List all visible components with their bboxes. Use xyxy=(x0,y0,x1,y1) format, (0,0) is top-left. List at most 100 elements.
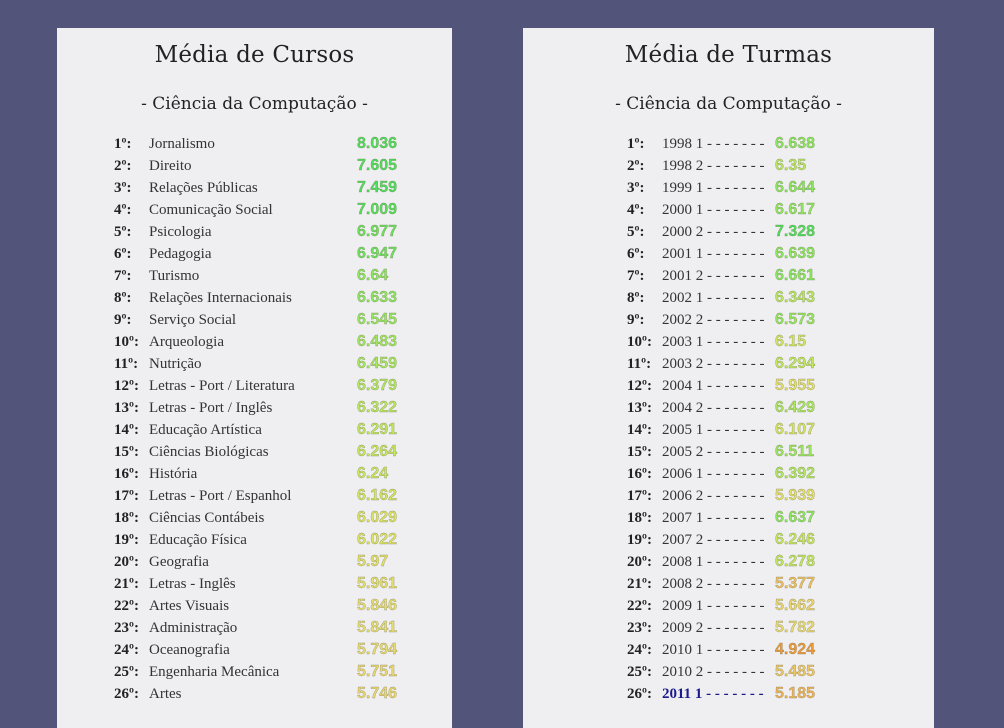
class-row: 9º: 2002 2 - - - - - - - 6.573 xyxy=(523,310,934,332)
class-rank: 16º: xyxy=(627,466,652,482)
class-row: 16º: 2006 1 - - - - - - - 6.392 xyxy=(523,464,934,486)
class-rank: 20º: xyxy=(627,554,652,570)
class-row: 5º: 2000 2 - - - - - - - 7.328 xyxy=(523,222,934,244)
class-period: 2010 2 - - - - - - - xyxy=(662,664,765,680)
class-period: 2007 2 - - - - - - - xyxy=(662,532,765,548)
class-row: 10º: 2003 1 - - - - - - - 6.15 xyxy=(523,332,934,354)
class-period: 2004 2 - - - - - - - xyxy=(662,400,765,416)
class-row: 1º: 1998 1 - - - - - - - 6.638 xyxy=(523,134,934,156)
course-name: Ciências Contábeis xyxy=(149,510,265,526)
course-score: 5.746 xyxy=(357,685,398,702)
class-rank: 24º: xyxy=(627,642,652,658)
class-score: 6.246 xyxy=(775,531,816,548)
class-row: 15º: 2005 2 - - - - - - - 6.511 xyxy=(523,442,934,464)
course-score: 6.977 xyxy=(357,223,398,240)
class-rank: 14º: xyxy=(627,422,652,438)
course-score: 5.794 xyxy=(357,641,398,658)
class-score: 6.511 xyxy=(775,443,815,460)
course-name: Ciências Biológicas xyxy=(149,444,269,460)
class-score: 6.638 xyxy=(775,135,816,152)
course-rank: 23º: xyxy=(114,620,139,636)
course-name: Direito xyxy=(149,158,192,174)
class-rank: 3º: xyxy=(627,180,645,196)
class-score: 5.939 xyxy=(775,487,816,504)
courses-ranking-list: 1º: Jornalismo 8.036 2º: Direito 7.605 3º: Rela… xyxy=(57,134,452,706)
class-period: 2002 1 - - - - - - - xyxy=(662,290,765,306)
course-row: 5º: Psicologia 6.977 xyxy=(57,222,452,244)
course-name: Psicologia xyxy=(149,224,212,240)
class-rank: 15º: xyxy=(627,444,652,460)
course-score: 6.322 xyxy=(357,399,398,416)
class-row: 4º: 2000 1 - - - - - - - 6.617 xyxy=(523,200,934,222)
class-period: 1998 1 - - - - - - - xyxy=(662,136,765,152)
course-row: 8º: Relações Internacionais 6.633 xyxy=(57,288,452,310)
course-rank: 21º: xyxy=(114,576,139,592)
course-score: 6.162 xyxy=(357,487,398,504)
classes-average-panel: Média de Turmas - Ciência da Computação … xyxy=(523,28,934,728)
class-score: 6.429 xyxy=(775,399,816,416)
class-score: 5.185 xyxy=(775,685,816,702)
classes-ranking-list: 1º: 1998 1 - - - - - - - 6.638 2º: 1998 2 - … xyxy=(523,134,934,706)
class-score: 6.617 xyxy=(775,201,816,218)
class-rank: 12º: xyxy=(627,378,652,394)
class-rank: 1º: xyxy=(627,136,645,152)
course-name: Administração xyxy=(149,620,238,636)
class-rank: 11º: xyxy=(627,356,652,372)
course-name: Educação Física xyxy=(149,532,247,548)
class-rank: 23º: xyxy=(627,620,652,636)
course-rank: 3º: xyxy=(114,180,132,196)
course-row: 3º: Relações Públicas 7.459 xyxy=(57,178,452,200)
course-row: 15º: Ciências Biológicas 6.264 xyxy=(57,442,452,464)
course-row: 2º: Direito 7.605 xyxy=(57,156,452,178)
course-score: 5.841 xyxy=(357,619,398,636)
class-row: 17º: 2006 2 - - - - - - - 5.939 xyxy=(523,486,934,508)
class-score: 5.662 xyxy=(775,597,816,614)
course-name: Serviço Social xyxy=(149,312,237,328)
course-rank: 11º: xyxy=(114,356,139,372)
class-row: 13º: 2004 2 - - - - - - - 6.429 xyxy=(523,398,934,420)
course-score: 6.379 xyxy=(357,377,398,394)
class-score: 6.35 xyxy=(775,157,807,174)
course-score: 5.846 xyxy=(357,597,398,614)
course-name: Pedagogia xyxy=(149,246,212,262)
class-rank: 5º: xyxy=(627,224,645,240)
class-score: 6.343 xyxy=(775,289,816,306)
class-score: 6.294 xyxy=(775,355,816,372)
class-row: 7º: 2001 2 - - - - - - - 6.661 xyxy=(523,266,934,288)
course-rank: 24º: xyxy=(114,642,139,658)
course-rank: 10º: xyxy=(114,334,139,350)
course-rank: 2º: xyxy=(114,158,132,174)
course-score: 6.633 xyxy=(357,289,398,306)
class-score: 6.15 xyxy=(775,333,807,350)
course-score: 7.459 xyxy=(357,179,398,196)
class-period: 1998 2 - - - - - - - xyxy=(662,158,765,174)
course-row: 21º: Letras - Inglês 5.961 xyxy=(57,574,452,596)
class-rank: 2º: xyxy=(627,158,645,174)
course-name: Turismo xyxy=(149,268,200,284)
class-row: 20º: 2008 1 - - - - - - - 6.278 xyxy=(523,552,934,574)
course-name: Relações Públicas xyxy=(149,180,258,196)
class-period: 2004 1 - - - - - - - xyxy=(662,378,765,394)
course-rank: 5º: xyxy=(114,224,132,240)
course-row: 10º: Arqueologia 6.483 xyxy=(57,332,452,354)
course-rank: 15º: xyxy=(114,444,139,460)
class-rank: 10º: xyxy=(627,334,652,350)
class-period: 1999 1 - - - - - - - xyxy=(662,180,765,196)
class-rank: 17º: xyxy=(627,488,652,504)
class-period: 2006 2 - - - - - - - xyxy=(662,488,765,504)
class-row: 26º: 2011 1 - - - - - - - 5.185 xyxy=(523,684,934,706)
course-rank: 26º: xyxy=(114,686,139,702)
class-score: 6.661 xyxy=(775,267,816,284)
course-rank: 18º: xyxy=(114,510,139,526)
course-score: 5.97 xyxy=(357,553,389,570)
course-score: 6.64 xyxy=(357,267,389,284)
course-name: Engenharia Mecânica xyxy=(149,664,280,680)
class-rank: 25º: xyxy=(627,664,652,680)
class-rank: 22º: xyxy=(627,598,652,614)
course-row: 24º: Oceanografia 5.794 xyxy=(57,640,452,662)
class-row: 11º: 2003 2 - - - - - - - 6.294 xyxy=(523,354,934,376)
course-rank: 1º: xyxy=(114,136,132,152)
course-score: 8.036 xyxy=(357,135,398,152)
class-period: 2005 1 - - - - - - - xyxy=(662,422,765,438)
class-period: 2001 2 - - - - - - - xyxy=(662,268,765,284)
